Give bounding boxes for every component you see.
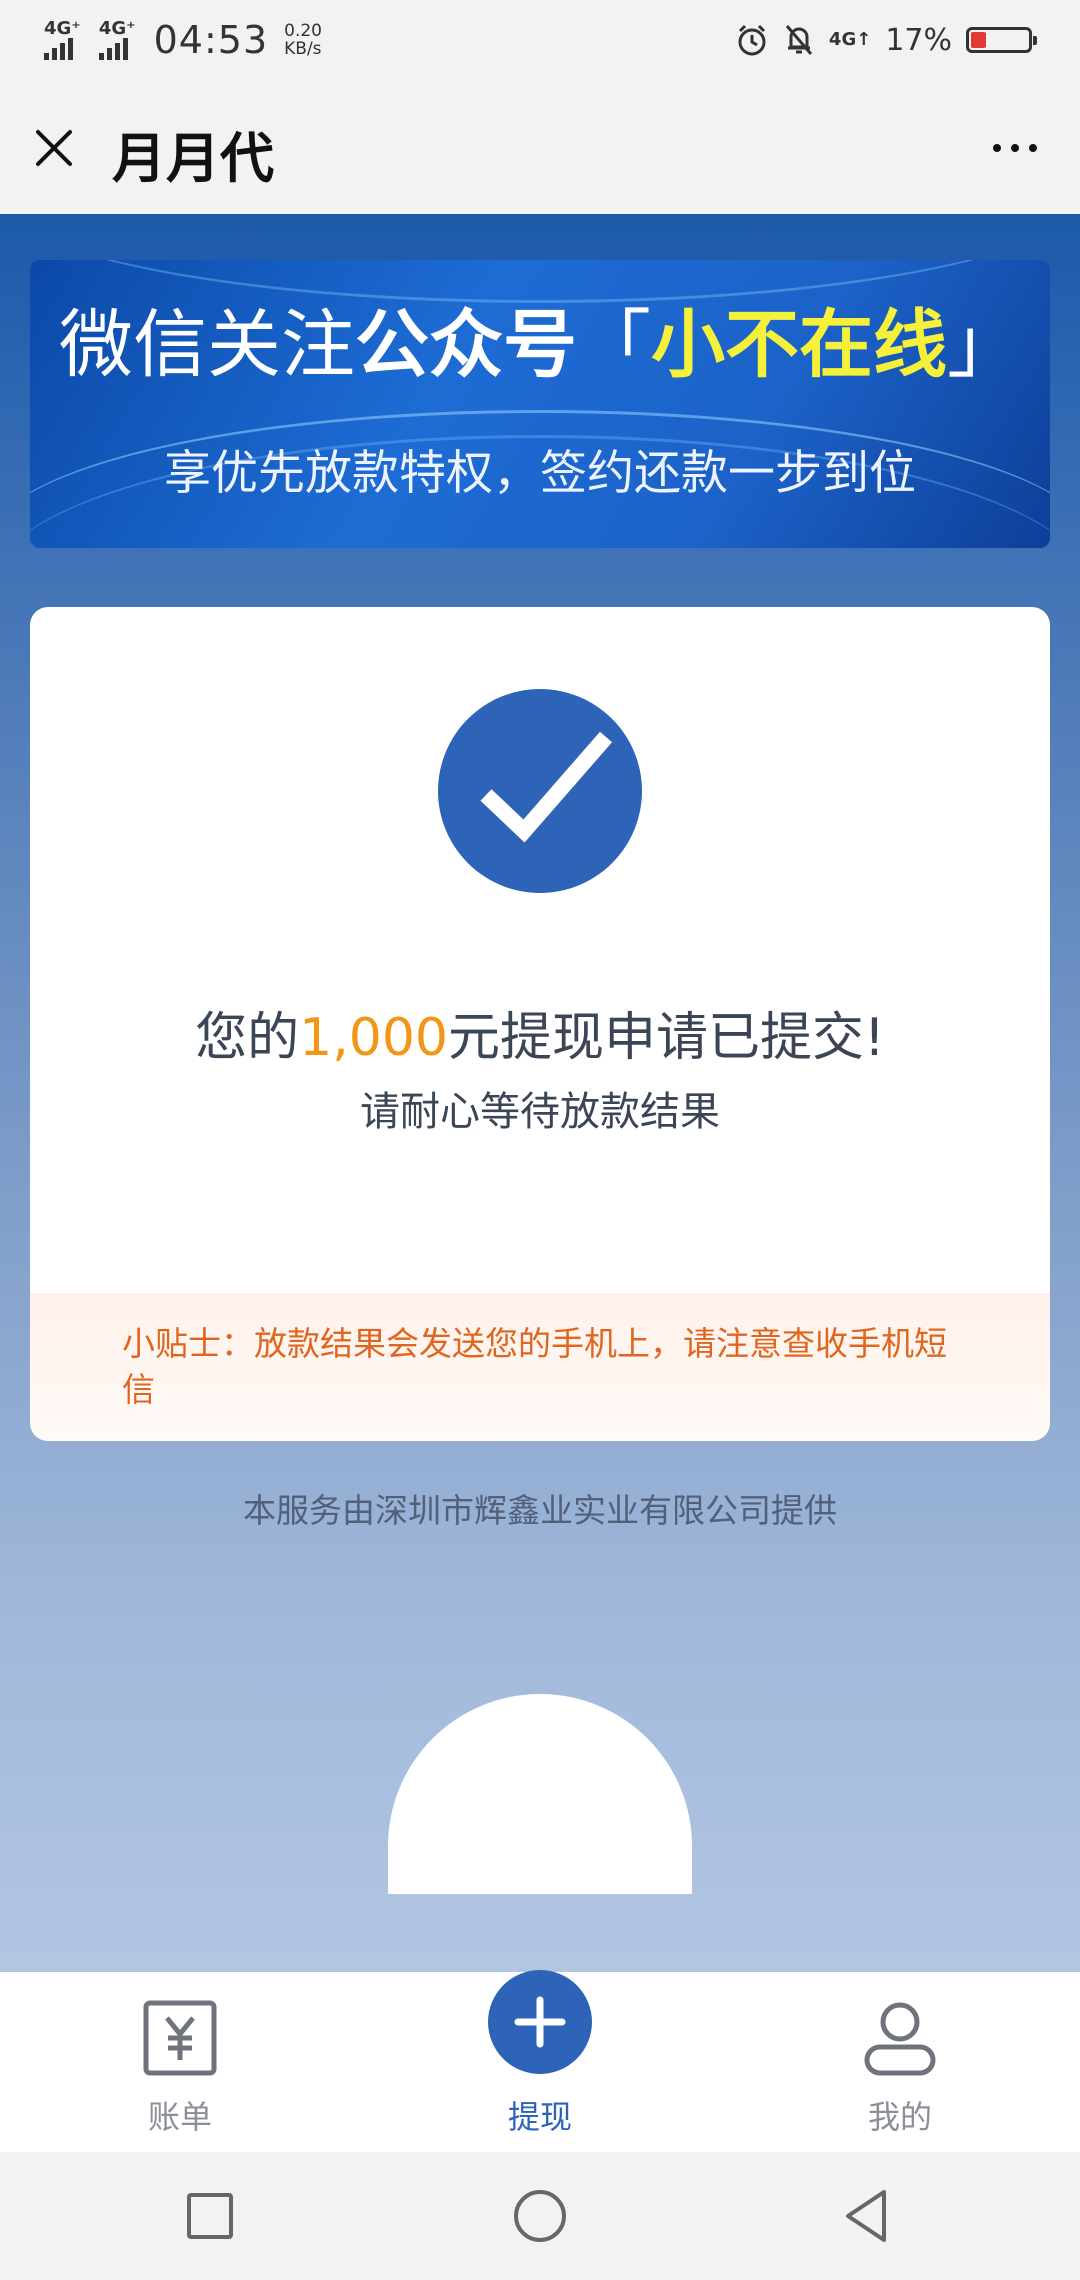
signal-1-label: 4G⁺ [44,18,81,39]
bottom-tab-bar: 账单 提现 我的 [0,1970,1080,2152]
network-speed-unit: KB/s [284,39,322,59]
home-button[interactable] [508,2184,572,2248]
withdraw-amount: 1,000 [299,1008,449,1068]
battery-percent: 17% [885,22,952,58]
status-right: 4G↑ 17% [735,16,1037,64]
banner-text-5: 」 [947,302,1021,388]
plus-circle-icon [488,1970,592,2074]
signal-2-bars [98,38,128,60]
clock: 04:53 [153,18,269,62]
user-icon [863,2000,937,2080]
recent-apps-button[interactable] [178,2184,242,2248]
battery-level [971,32,986,48]
check-circle-icon [438,689,642,893]
banner-wave [30,260,1050,303]
result-subtitle: 请耐心等待放款结果 [360,1089,720,1135]
square-icon [187,2193,233,2239]
tip-box: 小贴士：放款结果会发送您的手机上，请注意查收手机短信 [30,1293,1050,1441]
more-button[interactable] [980,120,1050,176]
battery-icon [966,27,1037,53]
banner-subline: 享优先放款特权，签约还款一步到位 [164,446,916,501]
back-triangle-icon [846,2190,886,2242]
more-icon [993,144,1001,152]
network-speed: 0.20 KB/s [284,22,322,58]
mute-bell-icon [783,23,815,57]
page-title: 月月代 [112,127,274,190]
alarm-icon [735,23,769,57]
close-button[interactable] [26,120,82,176]
banner-text-2: 公众号 [355,302,577,388]
tab-withdraw[interactable]: 提现 [390,1970,690,2152]
system-nav-bar [0,2152,1080,2280]
signal-2-icon: 4G⁺ [98,18,136,60]
close-icon [36,130,72,166]
banner-headline: 微信关注公众号「小不在线」 [30,300,1050,390]
status-bar: 4G⁺ 4G⁺ 04:53 0.20 KB/s 4G↑ 17% [0,0,1080,80]
tab-mine[interactable]: 我的 [750,1972,1050,2152]
back-button[interactable] [836,2184,900,2248]
bill-yen-icon [143,2000,217,2080]
title-bar: 月月代 [0,80,1080,214]
network-type: 4G↑ [828,29,872,50]
signal-1-bars [44,38,73,60]
result-title-suffix: 元提现申请已提交! [448,1008,885,1068]
banner-text-1: 微信关注 [59,302,355,388]
tab-mine-label: 我的 [867,2098,932,2136]
result-title: 您的1,000元提现申请已提交! [30,995,1050,1070]
tab-bill-label: 账单 [147,2098,212,2136]
banner-account-name: 小不在线 [651,302,947,388]
banner-text-3: 「 [577,302,651,388]
circle-icon [514,2190,566,2242]
status-left: 4G⁺ 4G⁺ 04:53 0.20 KB/s [44,16,322,64]
signal-1-icon: 4G⁺ [44,20,81,60]
tab-withdraw-label: 提现 [507,2098,572,2136]
signal-2-label: 4G⁺ [98,18,136,39]
tip-text: 小贴士：放款结果会发送您的手机上，请注意查收手机短信 [122,1324,947,1409]
network-speed-value: 0.20 [284,21,322,41]
promo-banner[interactable]: 微信关注公众号「小不在线」 享优先放款特权，签约还款一步到位 [30,260,1050,548]
result-title-prefix: 您的 [195,1008,300,1068]
tab-bill[interactable]: 账单 [30,1972,330,2152]
result-card: 您的1,000元提现申请已提交! 请耐心等待放款结果 小贴士：放款结果会发送您的… [30,607,1050,1441]
provider-note: 本服务由深圳市辉鑫业实业有限公司提供 [243,1491,837,1530]
